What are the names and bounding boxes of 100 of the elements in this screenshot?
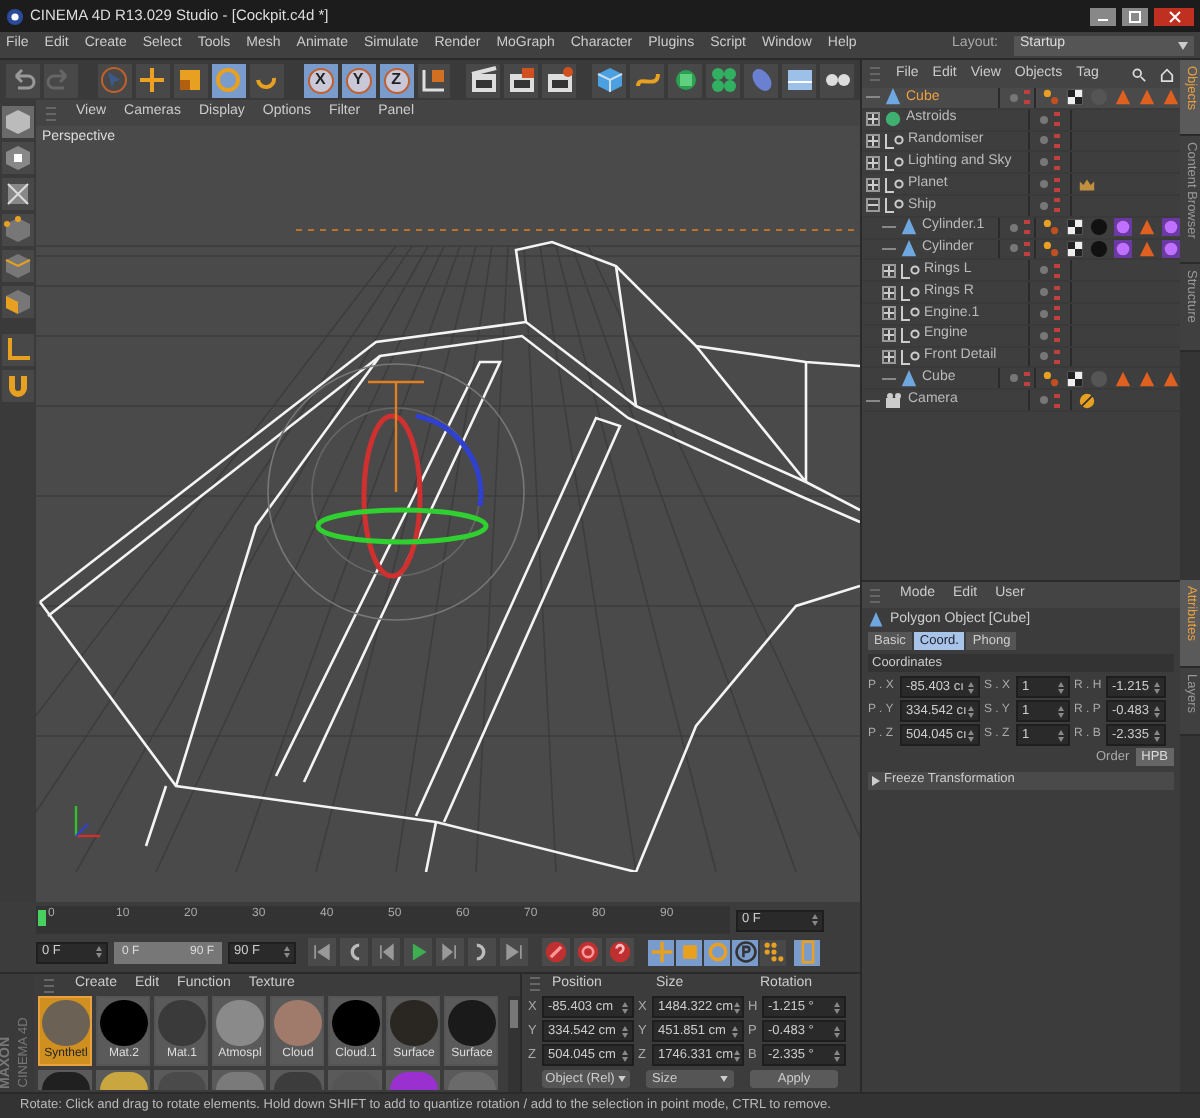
stepper-icon[interactable] (1154, 729, 1160, 741)
maximize-button[interactable] (1122, 7, 1148, 25)
maximize-icon (1128, 9, 1142, 23)
visibility-dots-icon[interactable] (1024, 220, 1031, 235)
texture-icon (4, 180, 32, 208)
stepper-icon[interactable] (1058, 705, 1064, 717)
tool-button[interactable] (820, 63, 854, 97)
expand-icon[interactable] (882, 349, 896, 364)
stepper-icon[interactable] (96, 946, 102, 958)
visibility-dots-icon[interactable] (1054, 393, 1060, 408)
tool-button[interactable] (173, 63, 208, 97)
visibility-dots-icon[interactable] (1054, 177, 1060, 192)
close-button[interactable] (1154, 7, 1194, 25)
play-button[interactable] (404, 938, 432, 966)
visibility-dots-icon[interactable] (1054, 306, 1060, 321)
stepper-icon[interactable] (968, 729, 974, 741)
key-filter-button[interactable] (648, 939, 674, 965)
key-filter-button[interactable] (676, 939, 702, 965)
visibility-dots-icon[interactable] (1054, 263, 1060, 278)
visibility-dots-icon[interactable] (1054, 349, 1060, 364)
visibility-dots-icon[interactable] (1054, 133, 1060, 148)
stepper-icon[interactable] (284, 946, 290, 958)
scrollbar[interactable] (508, 996, 520, 1092)
tool-button[interactable] (504, 63, 539, 97)
tool-button[interactable] (417, 63, 451, 97)
mode-button[interactable] (2, 214, 34, 246)
stepper-icon[interactable] (622, 1049, 628, 1061)
material-tag-icon (1114, 218, 1132, 237)
home-icon[interactable] (1160, 67, 1174, 81)
expand-arrow-icon (872, 775, 880, 786)
tool-button[interactable] (630, 63, 665, 97)
visibility-dots-icon[interactable] (1023, 90, 1030, 105)
expand-icon[interactable] (866, 155, 880, 170)
visibility-dots-icon[interactable] (1054, 328, 1060, 343)
stepper-icon[interactable] (1058, 681, 1064, 693)
visibility-dots-icon[interactable] (1054, 155, 1060, 170)
tool-button[interactable] (135, 63, 170, 97)
tool-button[interactable] (211, 63, 246, 97)
expand-icon[interactable] (866, 177, 880, 192)
mode-button[interactable] (2, 250, 34, 282)
visibility-dots-icon[interactable] (1024, 371, 1031, 386)
mode-button[interactable] (2, 370, 34, 402)
visibility-dots-icon[interactable] (1054, 112, 1060, 127)
visibility-dots-icon[interactable] (1024, 241, 1031, 256)
stepper-icon[interactable] (834, 1025, 840, 1037)
expand-icon[interactable] (882, 328, 896, 343)
expand-icon[interactable] (882, 306, 896, 321)
mode-button[interactable] (2, 334, 34, 366)
tool-button[interactable] (466, 63, 501, 97)
mode-button[interactable] (2, 178, 34, 210)
tool-button[interactable] (249, 63, 284, 97)
null-object-icon (884, 175, 904, 194)
checker-tag-icon (1066, 239, 1084, 258)
null-object-icon (884, 196, 904, 215)
tool-button[interactable] (668, 63, 703, 97)
step-back-button[interactable] (372, 938, 400, 966)
move-icon (138, 66, 167, 94)
axis-toggle[interactable]: X (303, 63, 338, 97)
stepper-icon[interactable] (834, 1001, 840, 1013)
skip-start-button[interactable] (308, 938, 336, 966)
record-button[interactable] (542, 938, 570, 966)
axis-toggle[interactable]: Y (341, 63, 376, 97)
rotate-key-icon (705, 940, 729, 964)
stepper-icon[interactable] (733, 1001, 740, 1013)
collapse-icon[interactable] (866, 198, 880, 213)
stepper-icon[interactable] (622, 1001, 628, 1013)
stepper-icon[interactable] (622, 1025, 628, 1037)
checker-tag-icon (1066, 369, 1084, 388)
axis-toggle[interactable]: Z (379, 63, 414, 97)
search-icon[interactable] (1132, 67, 1146, 81)
mode-button[interactable] (2, 142, 34, 174)
stepper-icon[interactable] (733, 1049, 740, 1061)
stepper-icon[interactable] (1154, 705, 1160, 717)
tool-button[interactable] (542, 63, 577, 97)
tool-button[interactable] (782, 63, 817, 97)
stepper-icon[interactable] (834, 1049, 840, 1061)
rotate-icon (214, 66, 243, 94)
expand-icon[interactable] (866, 112, 880, 127)
visibility-dots-icon[interactable] (1054, 198, 1060, 213)
step-forward-button[interactable] (436, 938, 464, 966)
stepper-icon[interactable] (732, 1025, 738, 1037)
question-button[interactable] (606, 938, 634, 966)
expand-icon[interactable] (866, 134, 880, 148)
phong-tag-icon (1042, 369, 1060, 388)
stepper-icon[interactable] (1058, 729, 1064, 741)
skip-end-button[interactable] (500, 938, 528, 966)
stepper-icon[interactable] (968, 681, 974, 693)
sphere-tag-icon (1090, 88, 1108, 107)
minimize-button[interactable] (1090, 7, 1116, 25)
model-icon (4, 108, 32, 136)
mode-button[interactable] (2, 286, 34, 318)
tool-button[interactable] (592, 63, 627, 97)
key-filter-button[interactable] (732, 939, 758, 965)
stepper-icon[interactable] (968, 705, 974, 717)
visibility-dots-icon[interactable] (1054, 285, 1060, 300)
expand-icon[interactable] (882, 263, 896, 278)
stepper-icon[interactable] (812, 914, 818, 926)
key-filter-button[interactable] (704, 939, 730, 965)
stepper-icon[interactable] (1154, 681, 1160, 693)
expand-icon[interactable] (882, 285, 896, 300)
